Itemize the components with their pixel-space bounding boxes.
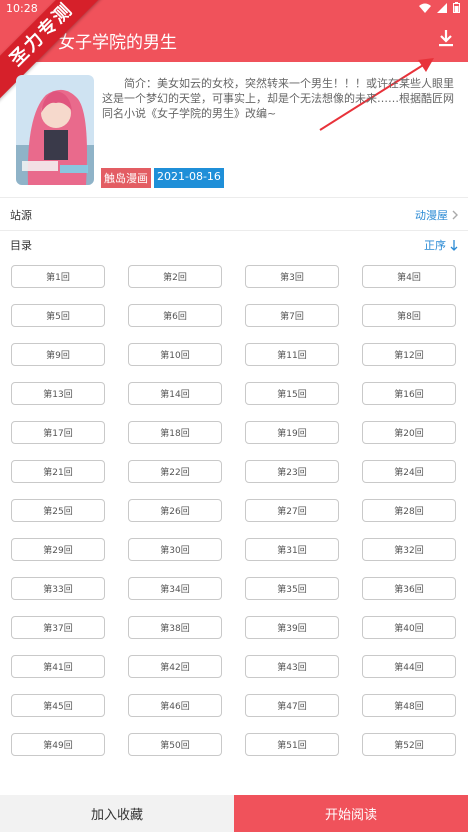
- episode-button[interactable]: 第43回: [245, 655, 339, 678]
- episode-button[interactable]: 第39回: [245, 616, 339, 639]
- episode-button[interactable]: 第21回: [11, 460, 105, 483]
- episode-button[interactable]: 第24回: [362, 460, 456, 483]
- episode-button[interactable]: 第29回: [11, 538, 105, 561]
- episode-button[interactable]: 第42回: [128, 655, 222, 678]
- site-value-text: 动漫屋: [415, 209, 448, 222]
- date-tag: 2021-08-16: [154, 168, 224, 188]
- catalog-row: 目录 正序: [0, 237, 468, 257]
- episode-button[interactable]: 第52回: [362, 733, 456, 756]
- site-label: 站源: [10, 209, 32, 222]
- episode-button[interactable]: 第31回: [245, 538, 339, 561]
- signal-icon: [437, 2, 447, 13]
- episode-button[interactable]: 第26回: [128, 499, 222, 522]
- episode-button[interactable]: 第32回: [362, 538, 456, 561]
- episode-button[interactable]: 第48回: [362, 694, 456, 717]
- episode-button[interactable]: 第17回: [11, 421, 105, 444]
- page-title: 女子学院的男生: [58, 33, 177, 53]
- book-tags: 触岛漫画 2021-08-16: [101, 168, 224, 188]
- site-row[interactable]: 站源 动漫屋: [0, 207, 468, 227]
- episode-button[interactable]: 第41回: [11, 655, 105, 678]
- episode-button[interactable]: 第1回: [11, 265, 105, 288]
- wifi-icon: [419, 3, 431, 13]
- episode-button[interactable]: 第12回: [362, 343, 456, 366]
- episode-button[interactable]: 第16回: [362, 382, 456, 405]
- episode-button[interactable]: 第19回: [245, 421, 339, 444]
- episode-button[interactable]: 第28回: [362, 499, 456, 522]
- episode-button[interactable]: 第25回: [11, 499, 105, 522]
- cover-image[interactable]: [16, 75, 94, 185]
- episode-button[interactable]: 第18回: [128, 421, 222, 444]
- episode-button[interactable]: 第30回: [128, 538, 222, 561]
- episode-button[interactable]: 第38回: [128, 616, 222, 639]
- episode-button[interactable]: 第13回: [11, 382, 105, 405]
- episode-button[interactable]: 第8回: [362, 304, 456, 327]
- episode-button[interactable]: 第22回: [128, 460, 222, 483]
- status-time: 10:28: [6, 2, 38, 15]
- episode-button[interactable]: 第27回: [245, 499, 339, 522]
- episode-button[interactable]: 第35回: [245, 577, 339, 600]
- episode-button[interactable]: 第33回: [11, 577, 105, 600]
- status-icons: [419, 2, 460, 13]
- episode-button[interactable]: 第5回: [11, 304, 105, 327]
- episode-button[interactable]: 第2回: [128, 265, 222, 288]
- episode-button[interactable]: 第37回: [11, 616, 105, 639]
- episode-button[interactable]: 第46回: [128, 694, 222, 717]
- episode-button[interactable]: 第34回: [128, 577, 222, 600]
- episode-button[interactable]: 第10回: [128, 343, 222, 366]
- episode-button[interactable]: 第47回: [245, 694, 339, 717]
- book-intro: 简介：美女如云的女校，突然转来一个男生！！！或许在某些人眼里这是一个梦幻的天堂，…: [102, 77, 454, 120]
- episode-button[interactable]: 第40回: [362, 616, 456, 639]
- chevron-right-icon: [452, 210, 458, 220]
- episode-button[interactable]: 第44回: [362, 655, 456, 678]
- arrow-down-icon: [450, 239, 458, 251]
- site-value[interactable]: 动漫屋: [415, 207, 458, 223]
- episode-button[interactable]: 第15回: [245, 382, 339, 405]
- download-icon[interactable]: [436, 28, 456, 50]
- catalog-label: 目录: [10, 239, 32, 252]
- battery-icon: [453, 2, 460, 13]
- episode-button[interactable]: 第3回: [245, 265, 339, 288]
- episode-button[interactable]: 第4回: [362, 265, 456, 288]
- episode-button[interactable]: 第50回: [128, 733, 222, 756]
- episode-button[interactable]: 第11回: [245, 343, 339, 366]
- bottom-bar: 加入收藏 开始阅读: [0, 795, 468, 832]
- sort-order-text: 正序: [424, 239, 446, 252]
- episode-button[interactable]: 第14回: [128, 382, 222, 405]
- start-reading-button[interactable]: 开始阅读: [234, 795, 468, 832]
- episode-grid: 第1回 第2回 第3回 第4回 第5回 第6回 第7回 第8回 第9回 第10回 第11回 第12回第…: [11, 265, 458, 756]
- episode-button[interactable]: 第20回: [362, 421, 456, 444]
- divider: [0, 197, 468, 198]
- episode-button[interactable]: 第49回: [11, 733, 105, 756]
- episode-button[interactable]: 第7回: [245, 304, 339, 327]
- episode-button[interactable]: 第36回: [362, 577, 456, 600]
- divider: [0, 230, 468, 231]
- episode-button[interactable]: 第51回: [245, 733, 339, 756]
- add-favorite-button[interactable]: 加入收藏: [0, 795, 234, 832]
- episode-button[interactable]: 第6回: [128, 304, 222, 327]
- source-tag: 触岛漫画: [101, 168, 151, 188]
- episode-button[interactable]: 第9回: [11, 343, 105, 366]
- episode-button[interactable]: 第23回: [245, 460, 339, 483]
- sort-order-toggle[interactable]: 正序: [424, 237, 458, 253]
- episode-button[interactable]: 第45回: [11, 694, 105, 717]
